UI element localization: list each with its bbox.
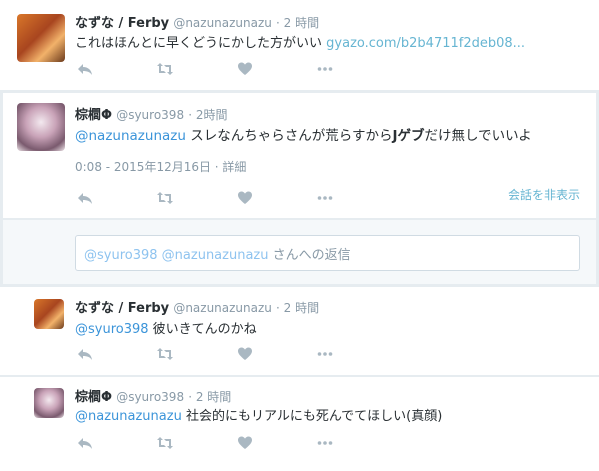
reply-placeholder-suffix: さんへの返信 xyxy=(268,248,351,263)
tweet-text: 社会的にもリアルにも死んでてほしい(真顔) xyxy=(181,409,443,424)
retweet-icon[interactable] xyxy=(155,61,175,77)
user-name[interactable]: 棕櫚Φ xyxy=(75,108,112,123)
reply-input[interactable]: @syuro398 @nazunazunazu さんへの返信 xyxy=(75,235,580,271)
reply-icon[interactable] xyxy=(75,61,95,77)
tweet-text: スレなんちゃらさんが荒らすから xyxy=(185,128,393,144)
mention-link[interactable]: @nazunazunazu xyxy=(75,128,186,144)
more-icon[interactable] xyxy=(315,190,335,206)
tweet-text-bold: Jゲブ xyxy=(392,128,425,144)
tweet-2-expanded[interactable]: 棕櫚Φ @syuro398 · 2時間 @nazunazunazu スレなんちゃ… xyxy=(3,93,596,218)
more-icon[interactable] xyxy=(315,61,335,77)
like-icon[interactable] xyxy=(235,435,255,451)
user-name[interactable]: 棕櫚Φ xyxy=(75,390,112,405)
more-icon[interactable] xyxy=(315,435,335,451)
tweet-meta[interactable]: 0:08 - 2015年12月16日 · 詳細 xyxy=(75,158,246,175)
reply-mention: @nazunazunazu xyxy=(161,248,269,263)
tweet-text: これはほんとに早くどうにかした方がいい xyxy=(75,36,323,51)
user-handle[interactable]: @syuro398 xyxy=(116,108,184,122)
reply-mention: @syuro398 xyxy=(84,248,158,263)
reply-tweet-2[interactable]: 棕櫚Φ @syuro398 · 2 時間 @nazunazunazu 社会的にも… xyxy=(0,377,599,471)
avatar[interactable] xyxy=(34,388,64,418)
timestamp[interactable]: · 2 時間 xyxy=(276,301,319,315)
avatar[interactable] xyxy=(17,103,65,151)
user-name[interactable]: なずな / Ferby xyxy=(75,16,169,31)
timestamp[interactable]: · 2時間 xyxy=(188,108,227,122)
mention-link[interactable]: @nazunazunazu xyxy=(75,409,182,424)
reply-icon[interactable] xyxy=(75,346,95,362)
user-name[interactable]: なずな / Ferby xyxy=(75,301,169,316)
reply-icon[interactable] xyxy=(75,435,95,451)
retweet-icon[interactable] xyxy=(155,190,175,206)
retweet-icon[interactable] xyxy=(155,346,175,362)
retweet-icon[interactable] xyxy=(155,435,175,451)
mention-link[interactable]: @syuro398 xyxy=(75,322,149,337)
more-icon[interactable] xyxy=(315,346,335,362)
reply-icon[interactable] xyxy=(75,190,95,206)
user-handle[interactable]: @nazunazunazu xyxy=(173,301,272,315)
reply-tweet-1[interactable]: なずな / Ferby @nazunazunazu · 2 時間 @syuro3… xyxy=(0,287,599,375)
user-handle[interactable]: @nazunazunazu xyxy=(173,16,272,30)
timestamp[interactable]: · 2 時間 xyxy=(188,390,231,404)
tweet-1[interactable]: なずな / Ferby @nazunazunazu · 2 時間 これはほんとに… xyxy=(0,0,599,90)
reply-area: @syuro398 @nazunazunazu さんへの返信 xyxy=(3,220,596,284)
tweet-link[interactable]: gyazo.com/b2b4711f2deb08... xyxy=(326,36,525,51)
like-icon[interactable] xyxy=(235,190,255,206)
like-icon[interactable] xyxy=(235,346,255,362)
like-icon[interactable] xyxy=(235,61,255,77)
tweet-text: だけ無しでいいよ xyxy=(424,128,532,144)
user-handle[interactable]: @syuro398 xyxy=(116,390,184,404)
tweet-text: 彼いきてんのかね xyxy=(148,322,257,337)
avatar[interactable] xyxy=(34,299,64,329)
avatar[interactable] xyxy=(17,14,65,62)
hide-conversation-link[interactable]: 会話を非表示 xyxy=(508,186,580,203)
timestamp[interactable]: · 2 時間 xyxy=(276,16,319,30)
